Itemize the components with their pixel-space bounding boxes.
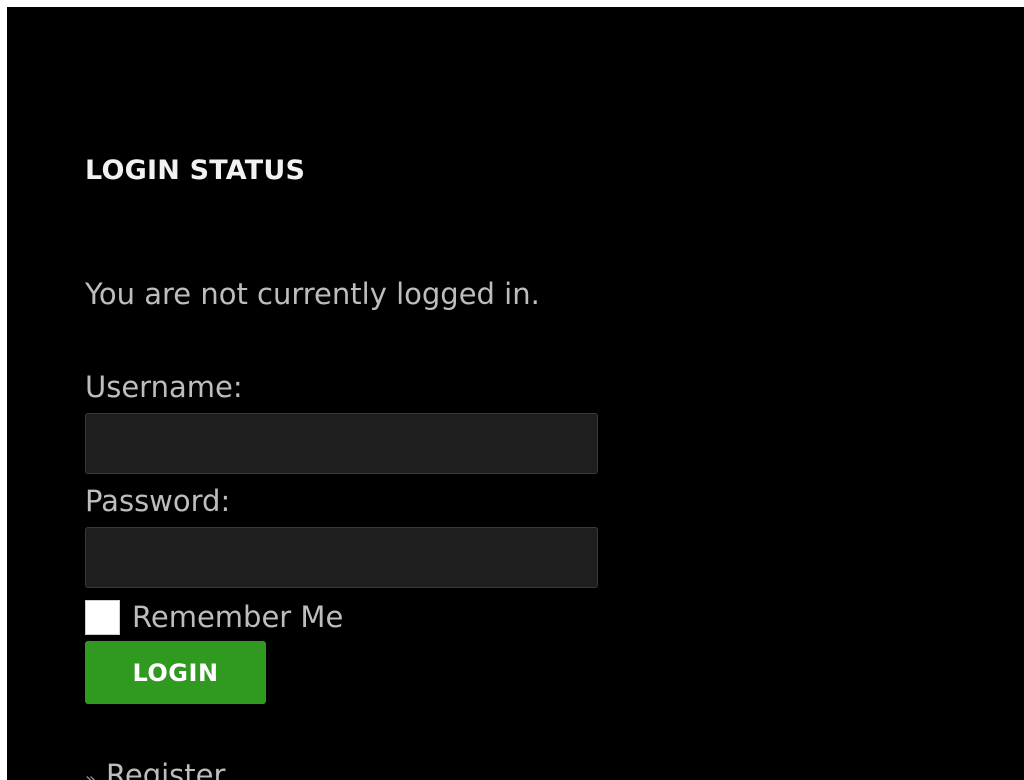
bullet-icon: » (85, 769, 97, 780)
remember-me-label[interactable]: Remember Me (132, 600, 343, 634)
remember-me-checkbox[interactable] (85, 599, 120, 635)
register-link[interactable]: Register (106, 758, 225, 780)
username-label: Username: (85, 370, 243, 404)
list-item: » Register (85, 758, 225, 780)
remember-me-row[interactable]: Remember Me (85, 598, 343, 636)
widget-title: LOGIN STATUS (85, 155, 306, 186)
password-input[interactable] (85, 527, 598, 588)
username-input[interactable] (85, 413, 598, 474)
login-status-message: You are not currently logged in. (85, 277, 540, 311)
account-links: » Register (85, 758, 225, 780)
login-button[interactable]: LOGIN (85, 641, 266, 704)
password-label: Password: (85, 484, 231, 518)
sidebar-panel: LOGIN STATUS You are not currently logge… (7, 7, 1024, 780)
